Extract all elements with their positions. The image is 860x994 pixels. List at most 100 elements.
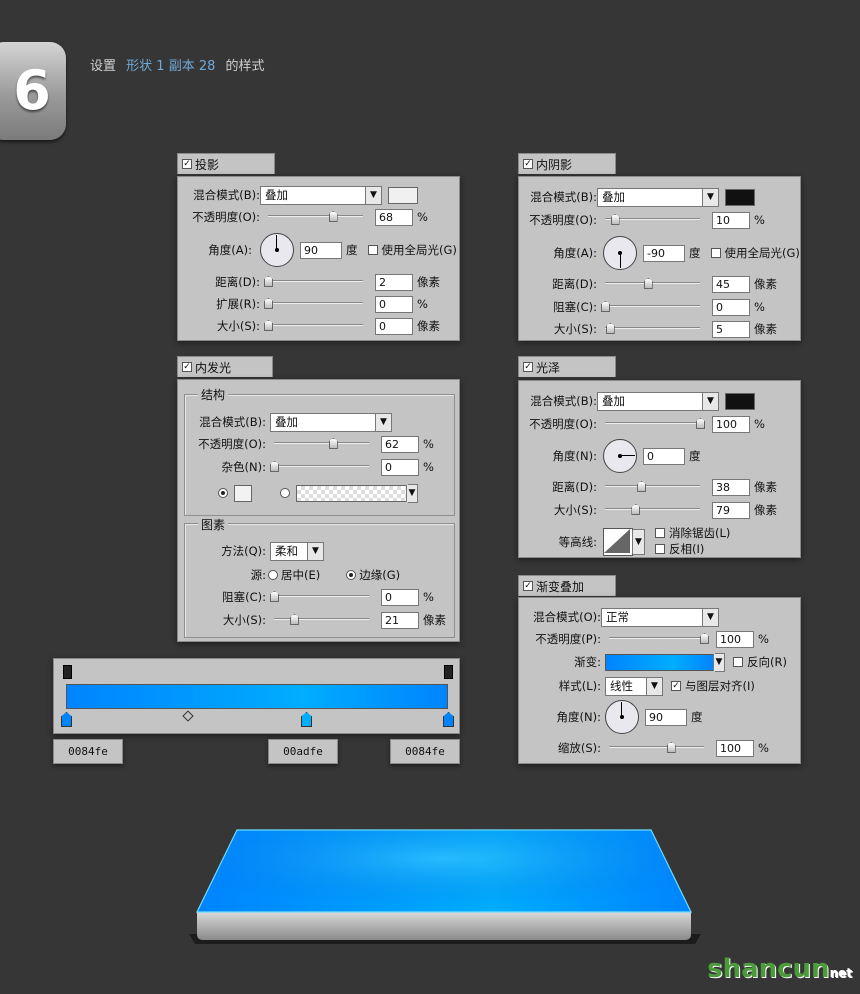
slider-thumb[interactable] xyxy=(631,504,641,515)
blend-color-swatch[interactable] xyxy=(725,188,755,206)
opacity-input[interactable]: 68 xyxy=(375,208,413,226)
tab-inner-glow[interactable]: ✓ 内发光 xyxy=(177,356,273,377)
checkbox-icon[interactable]: ✓ xyxy=(523,362,533,372)
size-input[interactable]: 5 xyxy=(712,320,750,338)
opacity-stop-right[interactable] xyxy=(444,665,453,679)
gradient-picker[interactable] xyxy=(605,653,715,671)
checkbox-icon[interactable]: ✓ xyxy=(523,159,533,169)
glow-color-swatch[interactable] xyxy=(234,484,252,502)
angle-dial[interactable] xyxy=(603,439,637,473)
opacity-slider[interactable] xyxy=(605,417,705,431)
scale-input[interactable]: 100 xyxy=(716,739,754,757)
checkbox-icon[interactable]: ✓ xyxy=(182,362,192,372)
contour-preview[interactable] xyxy=(603,528,633,556)
opacity-slider[interactable] xyxy=(274,437,369,451)
slider-thumb[interactable] xyxy=(610,214,620,225)
choke-slider[interactable] xyxy=(270,590,369,604)
opacity-slider[interactable] xyxy=(609,632,709,646)
global-light-checkbox[interactable] xyxy=(367,245,378,255)
tab-inner-shadow[interactable]: ✓ 内阴影 xyxy=(518,153,616,174)
slider-thumb[interactable] xyxy=(700,633,709,644)
slider-thumb[interactable] xyxy=(696,418,705,429)
opacity-input[interactable]: 62 xyxy=(381,435,419,453)
slider-thumb[interactable] xyxy=(666,742,676,753)
slider-thumb[interactable] xyxy=(643,278,653,289)
blend-mode-select[interactable]: 正常 ▼ xyxy=(601,607,719,627)
invert-checkbox[interactable] xyxy=(655,544,665,554)
choke-input[interactable]: 0 xyxy=(381,588,419,606)
chevron-down-icon[interactable]: ▼ xyxy=(713,652,725,672)
distance-slider[interactable] xyxy=(264,275,363,289)
distance-slider[interactable] xyxy=(605,480,700,494)
angle-input[interactable]: 90 xyxy=(645,708,687,726)
size-input[interactable]: 21 xyxy=(381,611,419,629)
angle-dial[interactable] xyxy=(260,233,294,267)
gradient-bar[interactable] xyxy=(66,684,448,709)
distance-input[interactable]: 45 xyxy=(712,275,750,293)
opacity-input[interactable]: 100 xyxy=(712,415,750,433)
spread-slider[interactable] xyxy=(264,297,363,311)
slider-thumb[interactable] xyxy=(328,438,338,449)
antialias-checkbox[interactable] xyxy=(655,528,665,538)
slider-thumb[interactable] xyxy=(328,211,338,222)
tab-satin[interactable]: ✓ 光泽 xyxy=(518,356,616,377)
technique-select[interactable]: 柔和 ▼ xyxy=(270,541,324,561)
align-layer-checkbox[interactable]: ✓ xyxy=(671,681,681,691)
tab-gradient-overlay[interactable]: ✓ 渐变叠加 xyxy=(518,575,616,596)
angle-input[interactable]: 90 xyxy=(300,241,342,259)
distance-input[interactable]: 38 xyxy=(712,478,750,496)
chevron-down-icon[interactable]: ▼ xyxy=(632,529,645,555)
opacity-stop-left[interactable] xyxy=(63,665,72,679)
size-slider[interactable] xyxy=(264,319,363,333)
blend-mode-select[interactable]: 叠加 ▼ xyxy=(270,412,392,432)
slider-thumb[interactable] xyxy=(270,591,279,602)
color-stop-middle[interactable] xyxy=(301,712,312,727)
opacity-input[interactable]: 10 xyxy=(712,211,750,229)
style-select[interactable]: 线性 ▼ xyxy=(605,676,663,696)
opacity-slider[interactable] xyxy=(268,210,363,224)
angle-dial[interactable] xyxy=(603,236,637,270)
slider-thumb[interactable] xyxy=(270,461,279,472)
blend-color-swatch[interactable] xyxy=(725,392,755,410)
slider-thumb[interactable] xyxy=(637,481,647,492)
solid-color-radio[interactable] xyxy=(218,488,228,498)
blend-mode-select[interactable]: 叠加 ▼ xyxy=(597,391,719,411)
blend-color-swatch[interactable] xyxy=(388,186,418,204)
angle-input[interactable]: 0 xyxy=(643,447,685,465)
size-slider[interactable] xyxy=(605,322,700,336)
color-stop-left[interactable] xyxy=(61,712,72,727)
distance-input[interactable]: 2 xyxy=(375,273,413,291)
checkbox-icon[interactable]: ✓ xyxy=(523,581,533,591)
size-slider[interactable] xyxy=(605,503,700,517)
color-stop-right[interactable] xyxy=(443,712,454,727)
choke-input[interactable]: 0 xyxy=(712,298,750,316)
checkbox-icon[interactable]: ✓ xyxy=(182,159,192,169)
noise-input[interactable]: 0 xyxy=(381,458,419,476)
spread-input[interactable]: 0 xyxy=(375,295,413,313)
slider-thumb[interactable] xyxy=(601,301,610,312)
opacity-slider[interactable] xyxy=(605,213,700,227)
angle-dial[interactable] xyxy=(605,700,639,734)
midpoint-diamond[interactable] xyxy=(182,710,194,722)
slider-thumb[interactable] xyxy=(264,320,273,331)
blend-mode-select[interactable]: 叠加 ▼ xyxy=(260,185,382,205)
scale-slider[interactable] xyxy=(609,741,704,755)
opacity-input[interactable]: 100 xyxy=(716,630,754,648)
size-slider[interactable] xyxy=(274,613,369,627)
blend-mode-select[interactable]: 叠加 ▼ xyxy=(597,187,719,207)
glow-gradient-picker[interactable] xyxy=(296,484,408,502)
source-center-radio[interactable] xyxy=(268,570,278,580)
slider-thumb[interactable] xyxy=(264,276,273,287)
source-edge-radio[interactable] xyxy=(346,570,357,580)
noise-slider[interactable] xyxy=(270,460,369,474)
reverse-checkbox[interactable] xyxy=(733,657,743,667)
distance-slider[interactable] xyxy=(605,277,700,291)
size-input[interactable]: 0 xyxy=(375,317,413,335)
angle-input[interactable]: -90 xyxy=(643,244,685,262)
global-light-checkbox[interactable] xyxy=(710,248,721,258)
gradient-radio[interactable] xyxy=(280,488,290,498)
slider-thumb[interactable] xyxy=(289,614,299,625)
tab-drop-shadow[interactable]: ✓ 投影 xyxy=(177,153,275,174)
chevron-down-icon[interactable]: ▼ xyxy=(406,483,418,503)
slider-thumb[interactable] xyxy=(264,298,273,309)
